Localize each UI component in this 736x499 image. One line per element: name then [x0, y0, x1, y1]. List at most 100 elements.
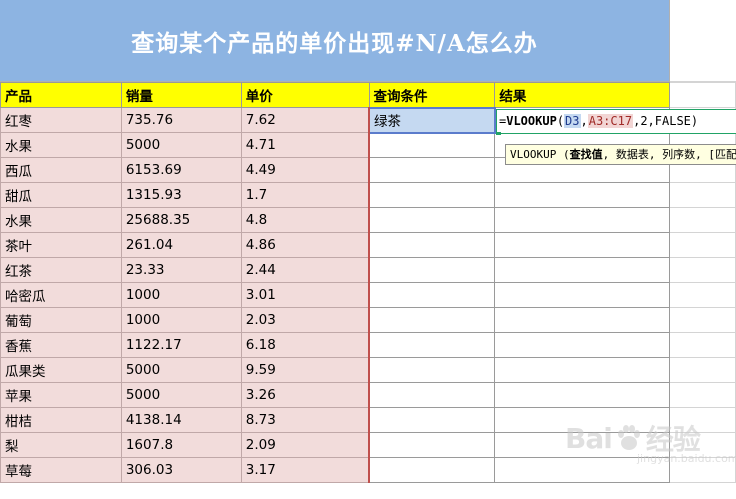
- cell-product[interactable]: 甜瓜: [0, 182, 122, 208]
- empty-cell[interactable]: [368, 307, 496, 333]
- cell-sales[interactable]: 306.03: [120, 457, 242, 483]
- table-row: 茶叶 261.04 4.86: [0, 232, 736, 258]
- cell-sales[interactable]: 5000: [120, 357, 242, 383]
- cell-price[interactable]: 2.44: [240, 257, 371, 283]
- tooltip-rest: , 数据表, 列序数, [匹配条件]): [602, 148, 736, 161]
- cell-price[interactable]: 9.59: [240, 357, 371, 383]
- cell-product[interactable]: 香蕉: [0, 332, 122, 358]
- empty-cell[interactable]: [669, 382, 736, 408]
- cell-price[interactable]: 3.26: [240, 382, 371, 408]
- cell-product[interactable]: 水果: [0, 132, 122, 158]
- query-cell[interactable]: 绿茶: [368, 106, 496, 134]
- cell-product[interactable]: 瓜果类: [0, 357, 122, 383]
- empty-cell[interactable]: [368, 432, 496, 458]
- cell-product[interactable]: 草莓: [0, 457, 122, 483]
- cell-price[interactable]: 4.49: [240, 157, 371, 183]
- empty-cell[interactable]: [669, 232, 736, 258]
- empty-cell[interactable]: [368, 132, 496, 158]
- cell-sales[interactable]: 1607.8: [120, 432, 242, 458]
- empty-cell[interactable]: [368, 257, 496, 283]
- cell-price[interactable]: 3.01: [240, 282, 371, 308]
- empty-cell[interactable]: [368, 182, 496, 208]
- cell-price[interactable]: 4.86: [240, 232, 371, 258]
- title-cell[interactable]: 查询某个产品的单价出现#N/A怎么办: [0, 0, 670, 82]
- cell-price[interactable]: 4.71: [240, 132, 371, 158]
- cell-price[interactable]: 4.8: [240, 207, 371, 233]
- cell-price[interactable]: 2.03: [240, 307, 371, 333]
- cell-price[interactable]: 1.7: [240, 182, 371, 208]
- header-product[interactable]: 产品: [0, 82, 122, 108]
- empty-cell[interactable]: [669, 357, 736, 383]
- empty-cell[interactable]: [368, 407, 496, 433]
- empty-cell[interactable]: [368, 232, 496, 258]
- watermark-url: jingyan.baidu.com: [637, 452, 736, 465]
- cell-sales[interactable]: 5000: [120, 382, 242, 408]
- cell-product[interactable]: 红茶: [0, 257, 122, 283]
- table-row: 瓜果类 5000 9.59: [0, 357, 736, 383]
- empty-cell[interactable]: [368, 382, 496, 408]
- cell-product[interactable]: 葡萄: [0, 307, 122, 333]
- empty-cell[interactable]: [368, 157, 496, 183]
- cell-product[interactable]: 哈密瓜: [0, 282, 122, 308]
- empty-cell[interactable]: [368, 332, 496, 358]
- empty-cell[interactable]: [669, 207, 736, 233]
- formula-ref-range: A3:C17: [587, 114, 634, 128]
- table-row: 香蕉 1122.17 6.18: [0, 332, 736, 358]
- cell-price[interactable]: 3.17: [240, 457, 371, 483]
- sheet-title: 查询某个产品的单价出现#N/A怎么办: [131, 29, 538, 57]
- empty-cell[interactable]: [494, 357, 671, 383]
- empty-cell[interactable]: [368, 282, 496, 308]
- empty-cell[interactable]: [669, 332, 736, 358]
- cell-price[interactable]: 2.09: [240, 432, 371, 458]
- table-row: 苹果 5000 3.26: [0, 382, 736, 408]
- empty-cell[interactable]: [494, 307, 671, 333]
- empty-cell[interactable]: [368, 357, 496, 383]
- cell-sales[interactable]: 1315.93: [120, 182, 242, 208]
- header-sales[interactable]: 销量: [120, 82, 242, 108]
- cell-product[interactable]: 茶叶: [0, 232, 122, 258]
- cell-product[interactable]: 柑桔: [0, 407, 122, 433]
- cell-sales[interactable]: 5000: [120, 132, 242, 158]
- table-row: 红茶 23.33 2.44: [0, 257, 736, 283]
- empty-cell[interactable]: [669, 182, 736, 208]
- cell-sales[interactable]: 735.76: [120, 107, 242, 133]
- formula-open: (: [556, 114, 565, 128]
- paw-icon: [617, 425, 640, 450]
- empty-cell[interactable]: [494, 282, 671, 308]
- empty-cell[interactable]: [669, 307, 736, 333]
- header-price[interactable]: 单价: [240, 82, 370, 108]
- empty-cell[interactable]: [368, 457, 496, 483]
- cell-price[interactable]: 8.73: [240, 407, 371, 433]
- empty-cell[interactable]: [494, 257, 671, 283]
- empty-cell[interactable]: [669, 257, 736, 283]
- header-query[interactable]: 查询条件: [368, 82, 496, 108]
- cell-sales[interactable]: 4138.14: [120, 407, 242, 433]
- empty-cell[interactable]: [494, 382, 671, 408]
- empty-cell[interactable]: [669, 82, 736, 108]
- empty-cell[interactable]: [368, 207, 496, 233]
- formula-cell-editor[interactable]: =VLOOKUP(D3,A3:C17,2,FALSE): [496, 109, 736, 134]
- cell-product[interactable]: 西瓜: [0, 157, 122, 183]
- cell-product[interactable]: 水果: [0, 207, 122, 233]
- cell-product[interactable]: 梨: [0, 432, 122, 458]
- empty-cell[interactable]: [494, 332, 671, 358]
- cell-sales[interactable]: 6153.69: [120, 157, 242, 183]
- function-tooltip[interactable]: VLOOKUP (查找值, 数据表, 列序数, [匹配条件]): [505, 144, 736, 165]
- cell-price[interactable]: 6.18: [240, 332, 371, 358]
- cell-product[interactable]: 苹果: [0, 382, 122, 408]
- empty-cell[interactable]: [669, 282, 736, 308]
- cell-sales[interactable]: 1000: [120, 307, 242, 333]
- cell-price[interactable]: 7.62: [240, 107, 371, 133]
- formula-function: VLOOKUP: [506, 114, 557, 128]
- cell-sales[interactable]: 25688.35: [120, 207, 242, 233]
- empty-cell[interactable]: [670, 0, 736, 82]
- cell-sales[interactable]: 1000: [120, 282, 242, 308]
- cell-product[interactable]: 红枣: [0, 107, 122, 133]
- cell-sales[interactable]: 1122.17: [120, 332, 242, 358]
- empty-cell[interactable]: [494, 182, 671, 208]
- cell-sales[interactable]: 23.33: [120, 257, 242, 283]
- cell-sales[interactable]: 261.04: [120, 232, 242, 258]
- empty-cell[interactable]: [494, 207, 671, 233]
- empty-cell[interactable]: [494, 232, 671, 258]
- header-result[interactable]: 结果: [494, 82, 671, 108]
